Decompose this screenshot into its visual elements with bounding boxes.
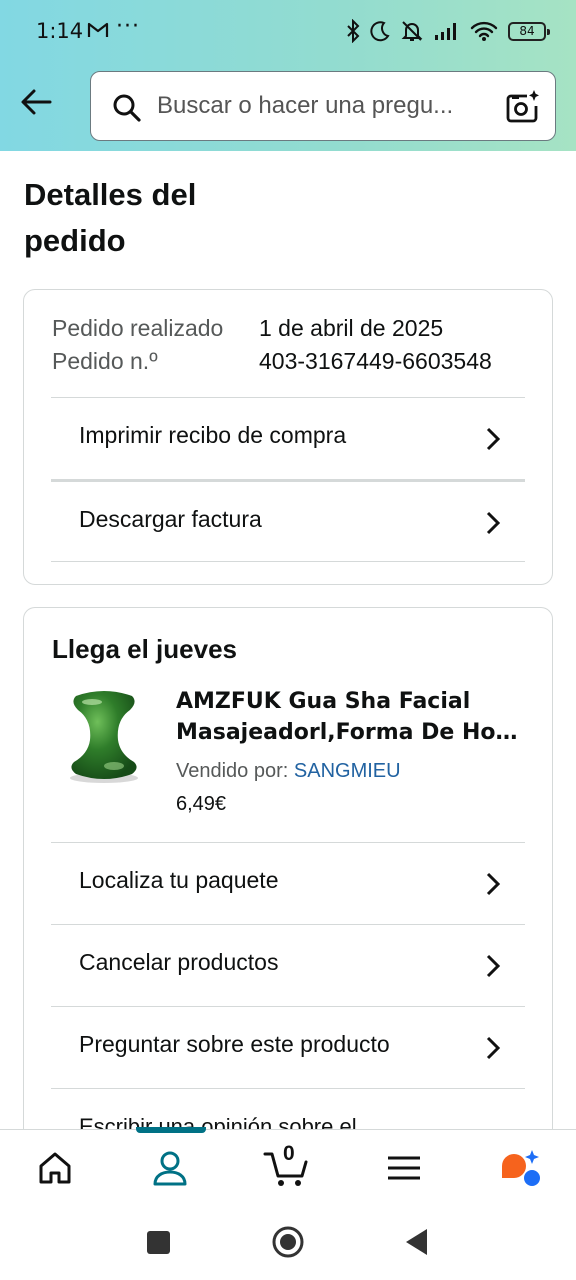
- chevron-right-icon: [486, 1036, 501, 1060]
- page-title: Detalles del pedido: [24, 177, 197, 258]
- rufus-icon[interactable]: [498, 1148, 542, 1188]
- chevron-right-icon: [486, 954, 501, 978]
- back-button[interactable]: [404, 1227, 430, 1257]
- order-info-card: Pedido realizado 1 de abril de 2025 Pedi…: [23, 289, 553, 585]
- product-name[interactable]: AMZFUK Gua Sha Facial Masajeadorl,Forma …: [176, 686, 528, 748]
- status-icons: 84: [346, 17, 550, 45]
- silent-icon: [401, 21, 423, 41]
- system-nav-bar: [0, 1206, 576, 1280]
- chevron-right-icon: [486, 427, 501, 451]
- product-name-line2: Masajeadorl,Forma De Hong...: [176, 720, 528, 745]
- sold-by-label: Vendido por:: [176, 760, 289, 782]
- chevron-right-icon: [486, 872, 501, 896]
- order-number-value: 403-3167449-6603548: [259, 348, 492, 374]
- cart-button[interactable]: 0: [263, 1142, 311, 1188]
- home-button[interactable]: [272, 1226, 304, 1258]
- search-icon: [113, 94, 141, 122]
- gmail-icon: [87, 22, 109, 37]
- delivery-heading: Llega el jueves: [52, 634, 237, 664]
- chevron-right-icon: [486, 511, 501, 535]
- bluetooth-icon: [347, 19, 360, 43]
- ask-product-label: Preguntar sobre este producto: [79, 1031, 390, 1057]
- cancel-items-label: Cancelar productos: [79, 949, 279, 975]
- moon-icon: [370, 21, 390, 42]
- divider: [51, 561, 525, 563]
- wifi-icon: [470, 21, 498, 41]
- cart-count: 0: [283, 1142, 295, 1165]
- search-bar[interactable]: Buscar o hacer una pregu...: [90, 71, 556, 141]
- track-package-row[interactable]: Localiza tu paquete: [51, 842, 525, 924]
- status-time: 1:14: [36, 19, 84, 43]
- status-bar: 1:14 ··· 84: [0, 0, 576, 62]
- back-arrow-icon[interactable]: [16, 82, 56, 122]
- camera-search-icon[interactable]: [503, 88, 541, 126]
- signal-icon: [435, 23, 456, 40]
- print-receipt-row[interactable]: Imprimir recibo de compra: [51, 397, 525, 479]
- print-receipt-label: Imprimir recibo de compra: [79, 422, 347, 448]
- shipment-card: Llega el jueves AMZFUK Gua Sha Facial Ma…: [23, 607, 553, 1167]
- product-name-line1: AMZFUK Gua Sha Facial: [176, 689, 471, 714]
- recents-button[interactable]: [147, 1231, 170, 1254]
- download-invoice-label: Descargar factura: [79, 506, 262, 532]
- cancel-items-row[interactable]: Cancelar productos: [51, 924, 525, 1006]
- ask-product-row[interactable]: Preguntar sobre este producto: [51, 1006, 525, 1088]
- product-image[interactable]: [54, 688, 152, 786]
- more-notifications-icon: ···: [116, 14, 140, 39]
- order-placed-label: Pedido realizado: [52, 315, 224, 341]
- track-package-label: Localiza tu paquete: [79, 867, 279, 893]
- order-meta: Pedido realizado 1 de abril de 2025 Pedi…: [52, 312, 492, 378]
- home-icon[interactable]: [35, 1148, 75, 1188]
- battery-icon: 84: [508, 21, 550, 41]
- menu-icon[interactable]: [384, 1148, 424, 1188]
- active-tab-indicator: [136, 1127, 206, 1133]
- bottom-nav: 0: [0, 1127, 576, 1206]
- product-price: 6,49€: [176, 793, 227, 815]
- write-review-label[interactable]: Escribir una opinión sobre el: [79, 1112, 357, 1130]
- search-input[interactable]: Buscar o hacer una pregu...: [157, 92, 487, 120]
- seller-link[interactable]: SANGMIEU: [294, 760, 401, 782]
- order-placed-value: 1 de abril de 2025: [259, 315, 444, 341]
- download-invoice-row[interactable]: Descargar factura: [51, 479, 525, 561]
- order-number-label: Pedido n.º: [52, 348, 158, 374]
- header: 1:14 ··· 84 Buscar o hacer una pregu...: [0, 0, 576, 151]
- sold-by: Vendido por: SANGMIEU: [176, 760, 401, 783]
- account-icon[interactable]: [150, 1148, 190, 1188]
